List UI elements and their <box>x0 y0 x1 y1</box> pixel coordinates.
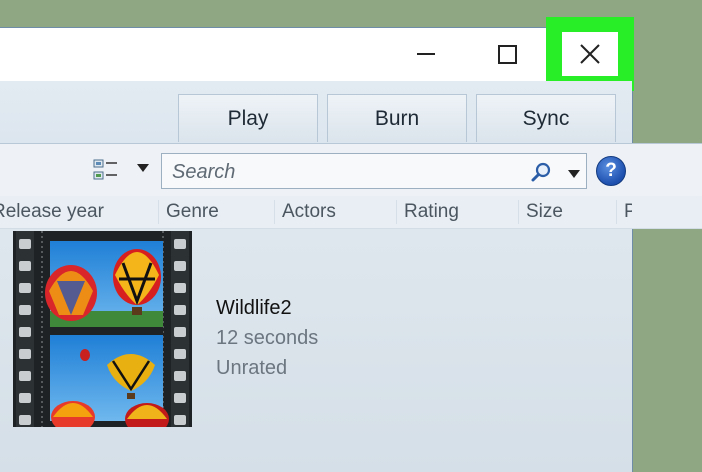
search-input[interactable] <box>170 158 514 186</box>
view-options-icon[interactable] <box>93 157 119 183</box>
tab-burn[interactable]: Burn <box>327 94 467 142</box>
action-tabs: Play Burn Sync <box>178 94 616 142</box>
column-divider[interactable] <box>396 200 397 224</box>
column-header-size[interactable]: Size <box>526 196 563 228</box>
column-divider[interactable] <box>518 200 519 224</box>
close-button-face <box>562 32 618 76</box>
media-details: Wildlife2 12 seconds Unrated <box>216 293 318 383</box>
search-row: ? <box>0 143 702 197</box>
search-dropdown-icon[interactable] <box>568 170 580 178</box>
column-header-rating[interactable]: Rating <box>404 196 459 228</box>
close-icon <box>580 44 600 64</box>
minimize-button[interactable] <box>391 28 461 81</box>
media-duration: 12 seconds <box>216 327 319 349</box>
tab-play[interactable]: Play <box>178 94 318 142</box>
minimize-icon <box>417 52 435 55</box>
search-icon[interactable] <box>530 161 552 183</box>
column-divider[interactable] <box>158 200 159 224</box>
view-options-dropdown-icon[interactable] <box>137 164 149 172</box>
media-list: Wildlife2 12 seconds Unrated <box>0 228 702 471</box>
column-divider[interactable] <box>274 200 275 224</box>
maximize-icon <box>497 45 517 64</box>
column-header-partial[interactable]: P <box>624 196 632 228</box>
column-header-release-year[interactable]: Release year <box>0 196 104 228</box>
help-icon[interactable]: ? <box>596 156 626 186</box>
maximize-button[interactable] <box>472 28 542 81</box>
column-divider[interactable] <box>616 200 617 224</box>
close-button[interactable] <box>546 17 634 91</box>
column-header-genre[interactable]: Genre <box>166 196 219 228</box>
column-header-actors[interactable]: Actors <box>282 196 336 228</box>
title-bar <box>0 28 632 81</box>
tab-sync[interactable]: Sync <box>476 94 616 142</box>
search-box[interactable] <box>161 153 587 189</box>
film-strip-icon <box>13 231 192 435</box>
media-title[interactable]: Wildlife2 <box>216 293 318 323</box>
media-thumbnail[interactable] <box>13 231 192 435</box>
column-header-row: Release year Genre Actors Rating Size P <box>0 196 702 229</box>
media-rating[interactable]: Unrated <box>216 353 318 383</box>
